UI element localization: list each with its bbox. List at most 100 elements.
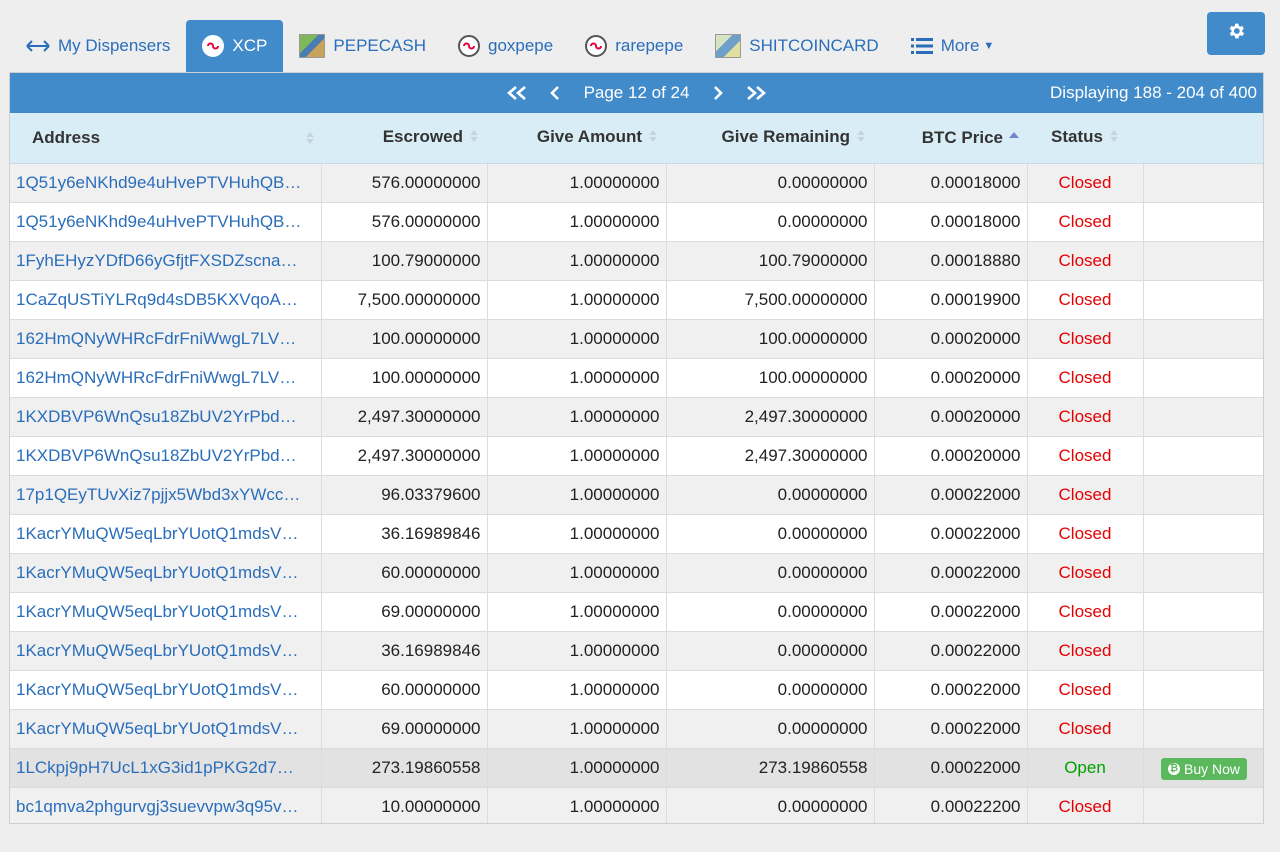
address-link[interactable]: 1KXDBVP6WnQsu18ZbUV2YrPbd… bbox=[10, 397, 322, 437]
give-remaining-cell: 100.79000000 bbox=[666, 241, 875, 281]
status-badge: Closed bbox=[1058, 641, 1112, 660]
xcp-logo-icon bbox=[457, 35, 480, 57]
address-link[interactable]: 1FyhEHyzYDfD66yGfjtFXSDZscna… bbox=[10, 241, 322, 281]
give-amount-cell: 1.00000000 bbox=[487, 319, 667, 359]
address-link[interactable]: 162HmQNyWHRcFdrFniWwgL7LV… bbox=[10, 358, 322, 398]
address-link[interactable]: 162HmQNyWHRcFdrFniWwgL7LV… bbox=[10, 319, 322, 359]
status-badge: Closed bbox=[1058, 251, 1112, 270]
table-row: 1KacrYMuQW5eqLbrYUotQ1mdsV… 60.00000000 1.… bbox=[10, 553, 1263, 593]
action-cell bbox=[1143, 202, 1263, 242]
give-amount-cell: 1.00000000 bbox=[487, 202, 667, 242]
arrows-horizontal-icon bbox=[26, 39, 50, 53]
tab-my-dispensers[interactable]: My Dispensers bbox=[10, 20, 186, 72]
prev-page-button[interactable] bbox=[536, 73, 574, 113]
action-cell bbox=[1143, 709, 1263, 749]
action-cell bbox=[1143, 436, 1263, 476]
column-header-label: Give Amount bbox=[536, 127, 642, 147]
give-remaining-cell: 100.00000000 bbox=[666, 358, 875, 398]
address-link[interactable]: 1KacrYMuQW5eqLbrYUotQ1mdsV… bbox=[10, 670, 322, 710]
status-badge: Closed bbox=[1058, 290, 1112, 309]
give-remaining-cell: 2,497.30000000 bbox=[666, 436, 875, 476]
give-remaining-cell: 0.00000000 bbox=[666, 202, 875, 242]
pager-bar: Page 12 of 24 Displaying 188 - 204 of 40… bbox=[10, 73, 1263, 113]
xcp-logo-icon bbox=[202, 35, 225, 57]
address-link[interactable]: 1Q51y6eNKhd9e4uHvePTVHuhQB… bbox=[10, 202, 322, 242]
column-header-label: Address bbox=[32, 128, 101, 147]
escrowed-cell: 100.00000000 bbox=[321, 319, 488, 359]
btc-price-cell: 0.00018880 bbox=[874, 241, 1028, 281]
btc-price-cell: 0.00019900 bbox=[874, 280, 1028, 320]
next-page-button[interactable] bbox=[699, 73, 737, 113]
address-link[interactable]: 17p1QEyTUvXiz7pjjx5Wbd3xYWcc… bbox=[10, 475, 322, 515]
address-link[interactable]: 1KacrYMuQW5eqLbrYUotQ1mdsV… bbox=[10, 553, 322, 593]
status-cell: Closed bbox=[1027, 475, 1144, 515]
buy-now-button[interactable]: ₿ Buy Now bbox=[1160, 757, 1248, 780]
give-amount-cell: 1.00000000 bbox=[487, 163, 667, 203]
table-row: 1KacrYMuQW5eqLbrYUotQ1mdsV… 60.00000000 1.… bbox=[10, 670, 1263, 710]
tab-rarepepe[interactable]: rarepepe bbox=[569, 20, 699, 72]
escrowed-cell: 36.16989846 bbox=[321, 631, 488, 671]
address-link[interactable]: 1KacrYMuQW5eqLbrYUotQ1mdsV… bbox=[10, 709, 322, 749]
escrowed-cell: 10.00000000 bbox=[321, 787, 488, 823]
give-amount-cell: 1.00000000 bbox=[487, 514, 667, 554]
column-header-address[interactable]: Address bbox=[10, 113, 321, 164]
give-remaining-cell: 100.00000000 bbox=[666, 319, 875, 359]
status-cell: Closed bbox=[1027, 241, 1144, 281]
address-link[interactable]: 1Q51y6eNKhd9e4uHvePTVHuhQB… bbox=[10, 163, 322, 203]
address-link[interactable]: 1CaZqUSTiYLRq9d4sDB5KXVqoA… bbox=[10, 280, 322, 320]
status-cell: Closed bbox=[1027, 553, 1144, 593]
status-cell: Closed bbox=[1027, 358, 1144, 398]
first-page-button[interactable] bbox=[498, 73, 536, 113]
tab-more[interactable]: More ▼ bbox=[895, 20, 1011, 72]
btc-price-cell: 0.00022000 bbox=[874, 514, 1028, 554]
column-header-escrowed[interactable]: Escrowed bbox=[321, 113, 487, 164]
column-header-label: BTC Price bbox=[921, 127, 1003, 147]
column-header-status[interactable]: Status bbox=[1027, 113, 1143, 164]
give-amount-cell: 1.00000000 bbox=[487, 592, 667, 632]
column-header-label: Status bbox=[1051, 127, 1103, 147]
column-header-btc-price[interactable]: BTC Price bbox=[874, 113, 1027, 164]
address-link[interactable]: 1KXDBVP6WnQsu18ZbUV2YrPbd… bbox=[10, 436, 322, 476]
give-remaining-cell: 0.00000000 bbox=[666, 709, 875, 749]
address-link[interactable]: 1KacrYMuQW5eqLbrYUotQ1mdsV… bbox=[10, 631, 322, 671]
status-cell: Open bbox=[1027, 748, 1144, 788]
sort-ascending-icon bbox=[1009, 128, 1019, 148]
tab-shitcoincard[interactable]: SHITCOINCARD bbox=[699, 20, 894, 72]
tab-xcp[interactable]: XCP bbox=[186, 20, 284, 72]
give-amount-cell: 1.00000000 bbox=[487, 670, 667, 710]
settings-button[interactable] bbox=[1207, 12, 1265, 55]
table-row: 162HmQNyWHRcFdrFniWwgL7LV… 100.00000000 1.… bbox=[10, 358, 1263, 398]
last-page-button[interactable] bbox=[737, 73, 775, 113]
tab-pepecash[interactable]: PEPECASH bbox=[283, 20, 442, 72]
give-remaining-cell: 0.00000000 bbox=[666, 670, 875, 710]
action-cell bbox=[1143, 514, 1263, 554]
column-header-give-remaining[interactable]: Give Remaining bbox=[666, 113, 874, 164]
escrowed-cell: 36.16989846 bbox=[321, 514, 488, 554]
give-remaining-cell: 0.00000000 bbox=[666, 553, 875, 593]
address-link[interactable]: 1KacrYMuQW5eqLbrYUotQ1mdsV… bbox=[10, 514, 322, 554]
action-cell bbox=[1143, 553, 1263, 593]
column-header-give-amount[interactable]: Give Amount bbox=[487, 113, 666, 164]
status-badge: Closed bbox=[1058, 173, 1112, 192]
sort-icon bbox=[305, 130, 315, 151]
table-row: 1Q51y6eNKhd9e4uHvePTVHuhQB… 576.00000000 1… bbox=[10, 163, 1263, 203]
give-amount-cell: 1.00000000 bbox=[487, 748, 667, 788]
table-row: 1Q51y6eNKhd9e4uHvePTVHuhQB… 576.00000000 1… bbox=[10, 202, 1263, 242]
column-header-label: Escrowed bbox=[382, 127, 463, 147]
action-cell bbox=[1143, 241, 1263, 281]
address-link[interactable]: 1LCkpj9pH7UcL1xG3id1pPKG2d7… bbox=[10, 748, 322, 788]
bitcoin-icon: ₿ bbox=[1167, 762, 1180, 775]
give-remaining-cell: 0.00000000 bbox=[666, 631, 875, 671]
status-cell: Closed bbox=[1027, 163, 1144, 203]
status-cell: Closed bbox=[1027, 670, 1144, 710]
give-amount-cell: 1.00000000 bbox=[487, 436, 667, 476]
tab-goxpepe[interactable]: goxpepe bbox=[442, 20, 569, 72]
address-link[interactable]: bc1qmva2phgurvgj3suevvpw3q95v… bbox=[10, 787, 322, 823]
give-amount-cell: 1.00000000 bbox=[487, 709, 667, 749]
status-cell: Closed bbox=[1027, 514, 1144, 554]
give-remaining-cell: 0.00000000 bbox=[666, 592, 875, 632]
gear-icon bbox=[1226, 21, 1246, 46]
address-link[interactable]: 1KacrYMuQW5eqLbrYUotQ1mdsV… bbox=[10, 592, 322, 632]
buy-now-label: Buy Now bbox=[1183, 760, 1241, 777]
escrowed-cell: 100.79000000 bbox=[321, 241, 488, 281]
